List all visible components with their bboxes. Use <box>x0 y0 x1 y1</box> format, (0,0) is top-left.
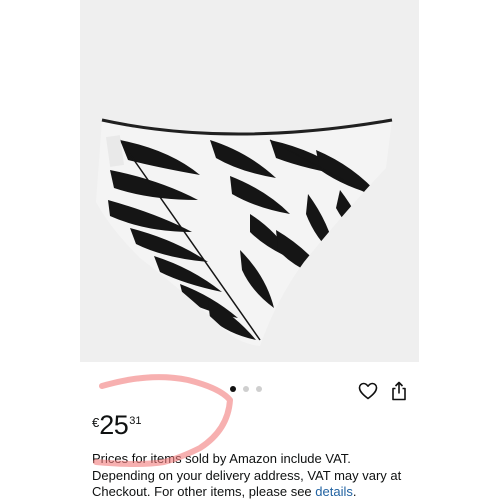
price-whole: 25 <box>99 410 129 440</box>
vat-notice: Prices for items sold by Amazon include … <box>92 451 417 500</box>
product-page: € 25 31 Prices for items sold by Amazon … <box>80 0 419 500</box>
product-image[interactable] <box>80 0 419 362</box>
vat-notice-period: . <box>352 484 357 499</box>
image-carousel-dots[interactable] <box>230 386 262 392</box>
price-fraction: 31 <box>129 415 142 427</box>
carousel-dot[interactable] <box>243 386 249 392</box>
share-icon[interactable] <box>387 379 411 403</box>
product-price: € 25 31 <box>92 410 142 440</box>
carousel-dot-active[interactable] <box>230 386 236 392</box>
carousel-dot[interactable] <box>256 386 262 392</box>
bikini-bottom-illustration <box>96 118 393 346</box>
vat-details-link[interactable]: details <box>315 484 353 499</box>
heart-icon[interactable] <box>356 379 380 403</box>
currency-symbol: € <box>92 415 100 430</box>
